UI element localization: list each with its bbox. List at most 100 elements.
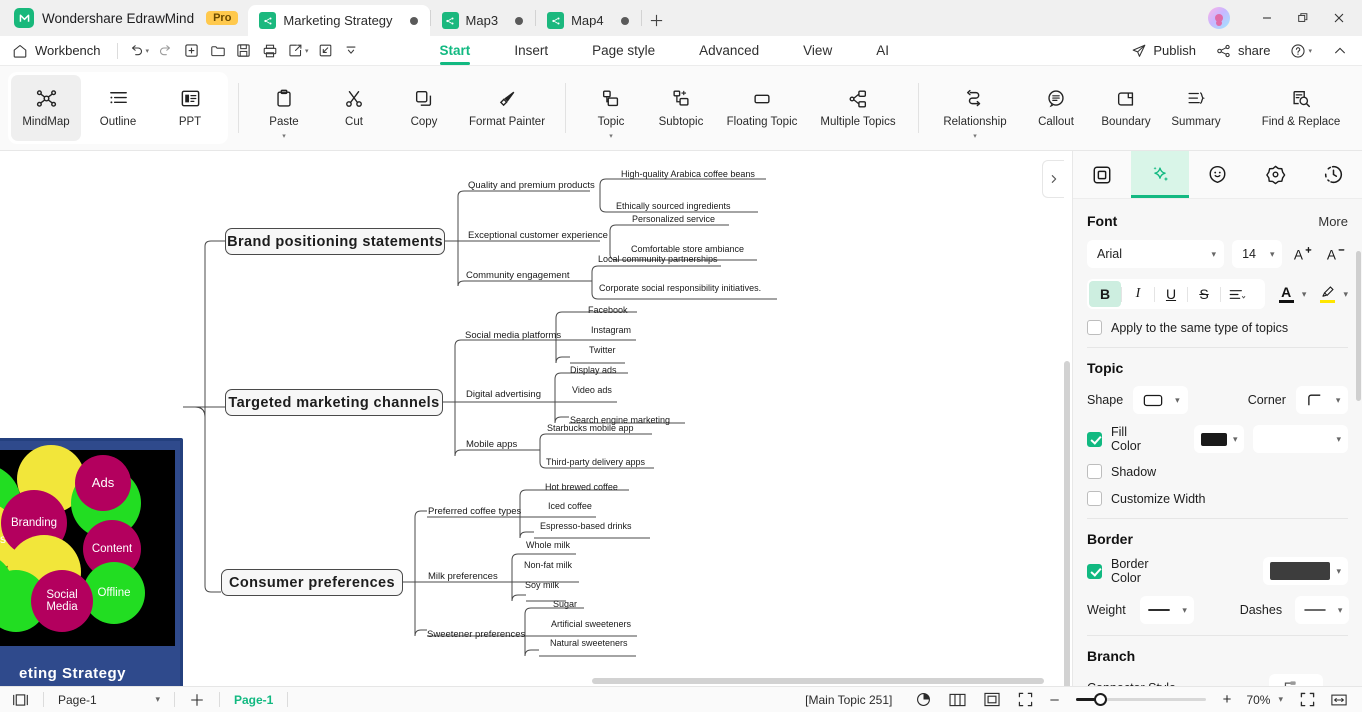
open-icon[interactable] [205,39,230,63]
zoom-dropdown-caret[interactable]: ▾ [1278,694,1283,705]
leaf-arabica-beans[interactable]: High-quality Arabica coffee beans [621,169,755,179]
new-icon[interactable] [179,39,204,63]
leaf-sugar[interactable]: Sugar [553,599,577,609]
bold-button[interactable]: B [1089,281,1121,307]
new-tab-button[interactable] [642,5,672,36]
multiple-topics-button[interactable]: Multiple Topics [808,75,908,141]
leaf-non-fat-milk[interactable]: Non-fat milk [524,560,572,570]
copy-button[interactable]: Copy [389,75,459,141]
shadow-checkbox[interactable] [1087,464,1102,479]
page-view-button[interactable] [0,687,41,712]
save-icon[interactable] [231,39,256,63]
print-icon[interactable] [257,39,282,63]
connector-style-select[interactable]: ▾ [1268,674,1323,686]
leaf-community-partnerships[interactable]: Local community partnerships [598,254,718,264]
customize-width-row[interactable]: Customize Width [1087,491,1348,506]
leaf-twitter[interactable]: Twitter [589,345,616,355]
minimize-button[interactable] [1250,3,1284,33]
help-dropdown-caret[interactable]: ▾ [1308,47,1312,55]
tab-modified-dot[interactable] [515,16,524,25]
italic-button[interactable]: I [1122,281,1154,307]
canvas-vertical-scrollbar[interactable] [1064,306,1070,686]
border-color-checkbox[interactable] [1087,563,1102,579]
callout-button[interactable]: Callout [1021,75,1091,141]
page-select[interactable]: Page-1 ▾ [46,687,172,712]
collapse-ribbon-button[interactable] [1327,39,1352,63]
topic-button[interactable]: Topic ▾ [576,75,646,141]
pie-view-button[interactable] [908,687,939,712]
ppt-view-button[interactable]: PPT [155,75,225,141]
zoom-out-button[interactable]: – [1043,691,1065,708]
mindmap-view-button[interactable]: MindMap [11,75,81,141]
ribbon-tab-ai[interactable]: AI [854,36,911,66]
ribbon-tab-insert[interactable]: Insert [492,36,570,66]
format-painter-button[interactable]: Format Painter [459,75,555,141]
branch-node-brand-positioning[interactable]: Brand positioning statements [225,228,445,255]
panel-collapse-toggle[interactable] [1042,160,1064,198]
paste-dropdown-caret[interactable]: ▾ [282,132,286,140]
leaf-espresso-drinks[interactable]: Espresso-based drinks [540,521,632,531]
zoom-slider[interactable] [1075,693,1206,706]
decrease-font-icon[interactable]: A [1323,241,1348,267]
panel-tab-history[interactable] [1304,151,1362,198]
fill-color-swatch-select[interactable]: ▾ [1193,425,1245,453]
font-color-button[interactable]: A [1273,285,1300,303]
fullscreen-button[interactable] [1010,687,1041,712]
increase-font-icon[interactable]: A [1290,241,1315,267]
corner-select[interactable]: ▾ [1295,386,1349,414]
highlight-button[interactable] [1314,285,1341,303]
leaf-csr-initiatives[interactable]: Corporate social responsibility initiati… [599,283,761,293]
panel-tab-style[interactable] [1130,151,1189,198]
fit-width-button[interactable] [1324,687,1354,712]
ribbon-tab-page-style[interactable]: Page style [570,36,677,66]
leaf-facebook[interactable]: Facebook [588,305,628,315]
boundary-button[interactable]: Boundary [1091,75,1161,141]
tab-map4[interactable]: Map4 [536,5,641,36]
fill-color-checkbox[interactable] [1087,431,1102,447]
align-button[interactable] [1221,281,1253,307]
topic-dropdown-caret[interactable]: ▾ [609,132,613,140]
maximize-button[interactable] [1286,3,1320,33]
ribbon-tab-view[interactable]: View [781,36,854,66]
import-icon[interactable] [313,39,338,63]
shape-select[interactable]: ▾ [1133,386,1188,414]
highlight-caret[interactable]: ▾ [1343,289,1348,300]
close-button[interactable] [1322,3,1356,33]
workbench-button[interactable]: Workbench [0,43,111,59]
zoom-in-button[interactable]: + [1216,691,1239,708]
zoom-slider-handle[interactable] [1093,693,1107,706]
tab-map3[interactable]: Map3 [431,5,536,36]
leaf-whole-milk[interactable]: Whole milk [526,540,570,550]
find-replace-button[interactable]: Find & Replace [1246,75,1356,141]
apply-same-type-row[interactable]: Apply to the same type of topics [1087,320,1348,335]
branch-node-targeted-channels[interactable]: Targeted marketing channels [225,389,443,416]
ribbon-tab-start[interactable]: Start [418,36,493,66]
mindmap-canvas[interactable]: og Ads mails Branding Content EO Offline… [0,151,1072,686]
relationship-button[interactable]: Relationship ▾ [929,75,1021,141]
share-button[interactable]: share [1208,39,1279,63]
panel-tab-theme[interactable] [1246,151,1304,198]
fit-page-button[interactable] [976,687,1008,712]
add-page-button[interactable] [177,687,217,712]
leaf-video-ads[interactable]: Video ads [572,385,612,395]
leaf-display-ads[interactable]: Display ads [570,365,617,375]
font-size-select[interactable]: 14 ▾ [1232,240,1283,268]
leaf-ethically-sourced[interactable]: Ethically sourced ingredients [616,201,731,211]
undo-dropdown-caret[interactable]: ▾ [146,47,150,55]
leaf-iced-coffee[interactable]: Iced coffee [548,501,592,511]
font-more-link[interactable]: More [1318,214,1348,229]
panel-tab-icons[interactable] [1189,151,1247,198]
ribbon-tab-advanced[interactable]: Advanced [677,36,781,66]
customize-width-checkbox[interactable] [1087,491,1102,506]
floating-topic-button[interactable]: Floating Topic [716,75,808,141]
tab-modified-dot[interactable] [620,16,629,25]
leaf-soy-milk[interactable]: Soy milk [525,580,559,590]
leaf-personalized-service[interactable]: Personalized service [632,214,715,224]
tab-marketing-strategy[interactable]: Marketing Strategy [248,5,430,36]
export-dropdown-caret[interactable]: ▾ [305,47,309,55]
fill-secondary-select[interactable]: ▾ [1253,425,1348,453]
strikethrough-button[interactable]: S [1188,281,1220,307]
outline-view-button[interactable]: Outline [83,75,153,141]
relationship-dropdown-caret[interactable]: ▾ [973,132,977,140]
summary-button[interactable]: Summary [1161,75,1231,141]
